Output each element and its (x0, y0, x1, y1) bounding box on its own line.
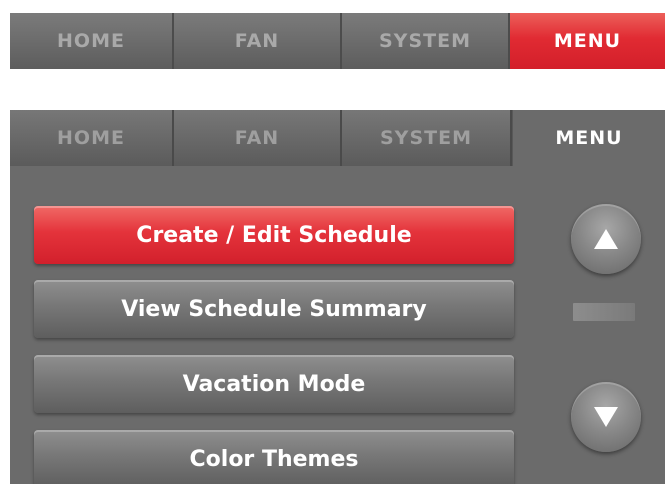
panel-tab-fan[interactable]: FAN (174, 110, 342, 166)
triangle-up-icon (593, 228, 619, 250)
scroll-up-button[interactable] (571, 204, 641, 274)
create-edit-schedule-button[interactable]: Create / Edit Schedule (34, 206, 514, 264)
scroll-position-indicator (573, 303, 635, 321)
panel-tab-home[interactable]: HOME (10, 110, 174, 166)
tab-fan[interactable]: FAN (174, 13, 342, 69)
tab-menu[interactable]: MENU (510, 13, 665, 69)
tab-home[interactable]: HOME (10, 13, 174, 69)
vacation-mode-button[interactable]: Vacation Mode (34, 355, 514, 413)
scroll-down-button[interactable] (571, 382, 641, 452)
top-tab-bar: HOME FAN SYSTEM MENU (10, 13, 665, 69)
tab-system[interactable]: SYSTEM (342, 13, 510, 69)
view-schedule-summary-button[interactable]: View Schedule Summary (34, 280, 514, 338)
menu-screen: HOME FAN SYSTEM MENU Create / Edit Sched… (10, 110, 665, 484)
panel-tab-menu[interactable]: MENU (512, 110, 665, 166)
color-themes-button[interactable]: Color Themes (34, 430, 514, 484)
triangle-down-icon (593, 406, 619, 428)
panel-tab-system[interactable]: SYSTEM (342, 110, 512, 166)
panel-tab-bar: HOME FAN SYSTEM MENU (10, 110, 665, 166)
